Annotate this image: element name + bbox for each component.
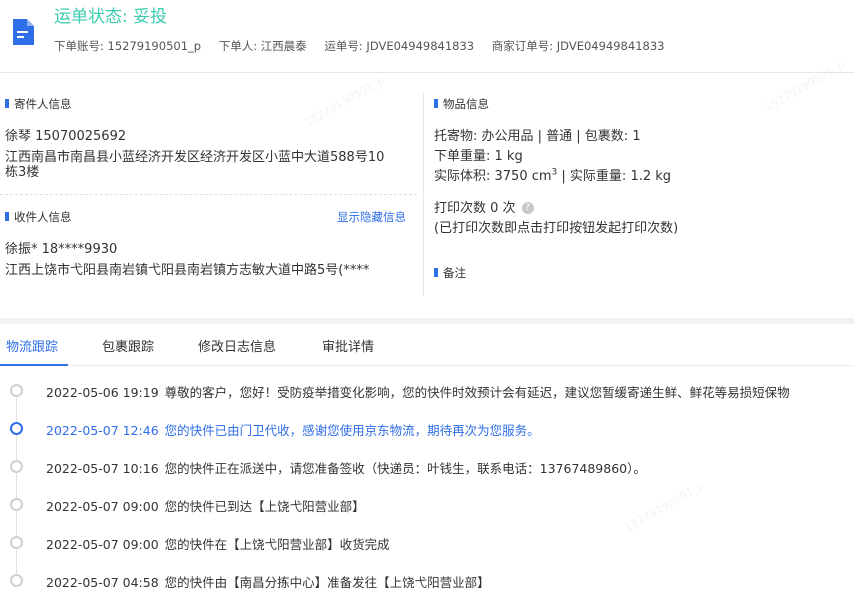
section-marker [5, 99, 9, 108]
goods-content-line: 托寄物: 办公用品 | 普通 | 包裹数: 1 [434, 129, 641, 144]
order-header: 运单状态: 妥投 下单账号: 15279190501_p 下单人: 江西晨泰 运… [0, 0, 854, 72]
timeline-item: 2022-05-07 10:16 您的快件正在派送中，请您准备签收（快递员：叶钱生… [46, 461, 646, 476]
timeline-item: 2022-05-07 09:00 您的快件在【上饶弋阳营业部】收货完成 [46, 537, 390, 552]
tab-bar: 物流跟踪 包裹跟踪 修改日志信息 审批详情 [0, 324, 854, 366]
order-account: 下单账号: 15279190501_p [54, 39, 202, 53]
help-icon[interactable]: ? [521, 201, 534, 214]
timeline-dot [10, 536, 23, 549]
merchant-order-number: 商家订单号: JDVE04949841833 [491, 39, 665, 53]
timeline-dot-active [10, 422, 23, 435]
header-divider [0, 72, 854, 73]
active-tab-indicator [0, 364, 68, 366]
goods-section-title: 物品信息 [434, 96, 489, 112]
remark-section-title: 备注 [434, 265, 466, 281]
timeline-item: 2022-05-07 09:00 您的快件已到达【上饶弋阳营业部】 [46, 499, 365, 514]
timeline-dot [10, 384, 23, 397]
sender-section-title: 寄件人信息 [5, 96, 72, 112]
timeline-dot [10, 498, 23, 511]
sender-receiver-divider [0, 194, 417, 195]
section-marker [5, 212, 9, 221]
tab-logistics-tracking[interactable]: 物流跟踪 [6, 336, 58, 355]
tab-package-tracking[interactable]: 包裹跟踪 [102, 336, 154, 355]
actual-volume-weight: 实际体积: 3750 cm3 | 实际重量: 1.2 kg [434, 167, 672, 184]
sender-name-phone: 徐琴 15070025692 [5, 129, 127, 144]
print-count-note: (已打印次数即点击打印按钮发起打印次数) [434, 221, 679, 236]
timeline-item: 2022-05-07 12:46 您的快件已由门卫代收，感谢您使用京东物流，期待再… [46, 423, 540, 438]
timeline-dot [10, 574, 23, 587]
order-meta: 下单账号: 15279190501_p 下单人: 江西晨泰 运单号: JDVE0… [54, 38, 678, 54]
order-weight: 下单重量: 1 kg [434, 149, 523, 164]
tab-approval-details[interactable]: 审批详情 [322, 336, 374, 355]
receiver-section-title: 收件人信息 [5, 209, 72, 225]
timeline-line [16, 392, 17, 582]
section-marker [434, 99, 438, 108]
section-marker [434, 268, 438, 277]
watermark: 15279190501_p [302, 73, 387, 130]
waybill-status-title: 运单状态: 妥投 [54, 7, 168, 27]
print-count: 打印次数 0 次? [434, 197, 534, 216]
document-icon [13, 19, 34, 45]
column-divider [423, 92, 424, 296]
timeline-item: 2022-05-07 04:58 您的快件由【南昌分拣中心】准备发往【上饶弋阳营业… [46, 575, 490, 590]
receiver-address: 江西上饶市弋阳县南岩镇弋阳县南岩镇方志敏大道中路5号(**** [5, 263, 370, 278]
tab-modification-log[interactable]: 修改日志信息 [198, 336, 276, 355]
waybill-number: 运单号: JDVE04949841833 [324, 39, 475, 53]
show-hidden-info-link[interactable]: 显示隐藏信息 [337, 209, 406, 225]
timeline-dot [10, 460, 23, 473]
timeline-item: 2022-05-06 19:19 尊敬的客户，您好！受防疫举措变化影响，您的快件时… [46, 385, 790, 400]
receiver-name-phone: 徐振* 18****9930 [5, 242, 118, 257]
orderer: 下单人: 江西晨泰 [218, 39, 307, 53]
sender-address-line1: 江西南昌市南昌县小蓝经济开发区经济开发区小蓝中大道588号10 [5, 150, 385, 165]
sender-address-line2: 栋3楼 [5, 165, 40, 180]
watermark: 15279190501_p [622, 478, 707, 535]
